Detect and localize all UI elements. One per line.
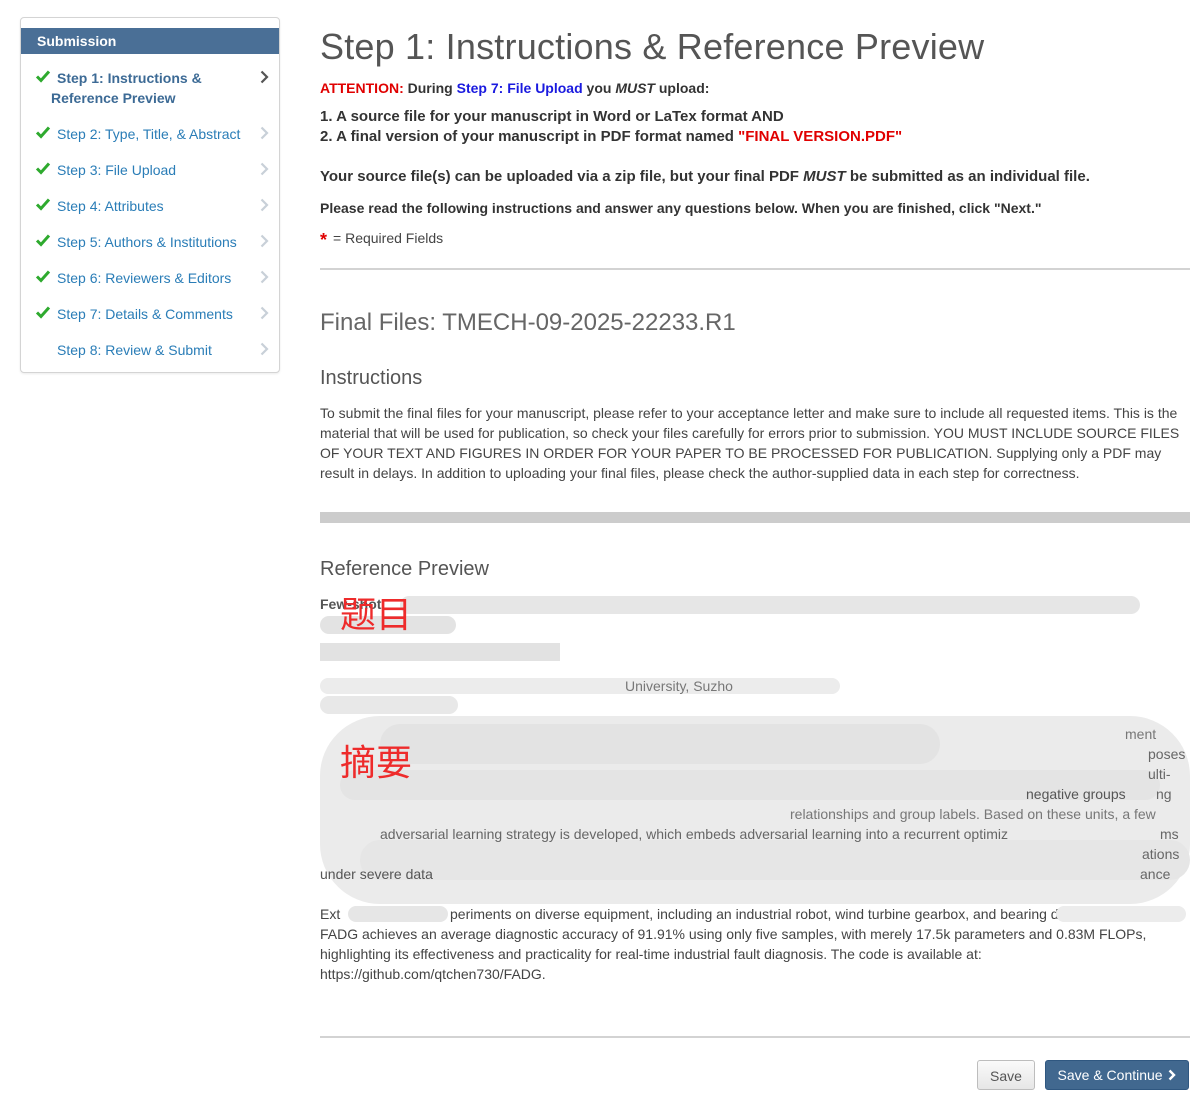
chevron-right-icon — [260, 270, 269, 284]
ref-text-fragment: negative groups — [1026, 786, 1126, 802]
redaction-block — [1056, 906, 1186, 922]
sidebar-item-step-4[interactable]: Step 4: Attributes — [21, 196, 279, 216]
sidebar-item-label: Step 6: Reviewers & Editors — [57, 270, 232, 286]
redaction-block — [380, 724, 940, 764]
zip-note: Your source file(s) can be uploaded via … — [320, 168, 1090, 185]
required-text: = Required Fields — [333, 230, 444, 246]
chevron-right-icon — [260, 306, 269, 320]
redaction-block — [320, 678, 840, 694]
submission-sidebar: Submission Step 1: Instructions & Refere… — [20, 17, 280, 373]
redaction-block — [400, 596, 1140, 614]
check-icon — [35, 126, 51, 139]
save-continue-label: Save & Continue — [1057, 1067, 1163, 1083]
redaction-block — [320, 643, 560, 661]
sidebar-item-step-6[interactable]: Step 6: Reviewers & Editors — [21, 268, 279, 288]
sidebar-item-step-7[interactable]: Step 7: Details & Comments — [21, 304, 279, 324]
ref-text-fragment: ng — [1156, 786, 1172, 802]
redaction-block — [360, 840, 1190, 880]
chevron-right-icon — [260, 342, 269, 356]
annotation-abstract: 摘要 — [340, 743, 413, 784]
sidebar-item-label: Step 5: Authors & Institutions — [57, 234, 237, 250]
attention-label: ATTENTION: — [320, 80, 404, 96]
ref-text-fragment: Ext — [320, 906, 341, 922]
sidebar-header: Submission — [21, 28, 279, 54]
check-icon — [35, 162, 51, 175]
sidebar-item-label: Step 8: Review & Submit — [57, 342, 212, 358]
sidebar-item-label: Step 3: File Upload — [57, 162, 177, 178]
chevron-right-icon — [260, 162, 269, 176]
step-7-link[interactable]: Step 7: File Upload — [457, 80, 583, 96]
required-star: * — [320, 230, 328, 250]
zip-note-must: MUST — [803, 168, 846, 185]
ref-text-fragment: ations — [1142, 846, 1180, 862]
ref-text-fragment: ment — [1125, 726, 1157, 742]
attention-text: you — [586, 80, 612, 96]
sidebar-item-step-8[interactable]: Step 8: Review & Submit — [21, 340, 279, 360]
ref-abstract-line: https://github.com/qtchen730/FADG. — [320, 966, 546, 982]
check-icon — [35, 234, 51, 247]
check-icon — [35, 306, 51, 319]
sidebar-item-label: Step 2: Type, Title, & Abstract — [57, 126, 241, 142]
sidebar-item-label: Step 4: Attributes — [57, 198, 164, 214]
requirement-text: 2. A final version of your manuscript in… — [320, 128, 734, 145]
ref-text-fragment: ms — [1160, 826, 1179, 842]
redaction-block — [348, 906, 448, 922]
sidebar-item-step-1[interactable]: Step 1: Instructions & Reference Preview — [21, 68, 279, 110]
sidebar-item-step-3[interactable]: Step 3: File Upload — [21, 160, 279, 180]
ref-text-fragment: poses — [1148, 746, 1186, 762]
sidebar-item-step-5[interactable]: Step 5: Authors & Institutions — [21, 232, 279, 252]
final-version-name: "FINAL VERSION.PDF" — [738, 128, 903, 145]
zip-note-text: Your source file(s) can be uploaded via … — [320, 168, 799, 185]
save-button[interactable]: Save — [977, 1060, 1035, 1090]
save-continue-button[interactable]: Save & Continue — [1045, 1060, 1189, 1090]
attention-must: MUST — [615, 80, 655, 96]
ref-abstract-line: FADG achieves an average diagnostic accu… — [320, 926, 1147, 942]
divider — [320, 1036, 1190, 1038]
attention-text: upload: — [658, 80, 710, 96]
sidebar-item-label: Step 7: Details & Comments — [57, 306, 233, 322]
divider-thick — [320, 512, 1190, 523]
sidebar-item-step-2[interactable]: Step 2: Type, Title, & Abstract — [21, 124, 279, 144]
ref-text-fragment: under severe data — [320, 866, 433, 882]
chevron-right-icon — [260, 126, 269, 140]
ref-text-fragment: periments on diverse equipment, includin… — [450, 906, 1108, 922]
instructions-note: Please read the following instructions a… — [320, 200, 1042, 216]
instructions-heading: Instructions — [320, 367, 423, 389]
chevron-right-icon — [260, 70, 269, 84]
divider — [320, 268, 1190, 270]
redaction-block — [320, 696, 458, 714]
page-title: Step 1: Instructions & Reference Preview — [320, 26, 985, 67]
requirement-item-1: 1. A source file for your manuscript in … — [320, 108, 784, 125]
annotation-title: 题目 — [340, 595, 413, 636]
sidebar-item-label: Step 1: Instructions & Reference Preview — [51, 70, 202, 106]
requirement-item-2: 2. A final version of your manuscript in… — [320, 128, 902, 145]
ref-affiliation-fragment: University, Suzho — [625, 678, 733, 694]
chevron-right-icon — [260, 198, 269, 212]
chevron-right-icon — [260, 234, 269, 248]
ref-text-fragment: adversarial learning strategy is develop… — [380, 826, 1008, 842]
instructions-body: To submit the final files for your manus… — [320, 405, 1180, 481]
reference-preview-heading: Reference Preview — [320, 558, 489, 580]
attention-line: ATTENTION: During Step 7: File Upload yo… — [320, 80, 709, 96]
ref-text-fragment: ulti- — [1148, 766, 1171, 782]
zip-note-text: be submitted as an individual file. — [849, 168, 1090, 185]
final-files-title: Final Files: TMECH-09-2025-22233.R1 — [320, 309, 736, 336]
ref-abstract-line: highlighting its effectiveness and pract… — [320, 946, 982, 962]
chevron-right-icon — [1169, 1069, 1177, 1081]
check-icon — [35, 198, 51, 211]
required-fields-legend: * = Required Fields — [320, 230, 443, 251]
check-icon — [35, 270, 51, 283]
attention-text: During — [407, 80, 453, 96]
ref-text-fragment: ance — [1140, 866, 1171, 882]
ref-text-fragment: relationships and group labels. Based on… — [790, 806, 1156, 822]
check-icon — [35, 70, 51, 83]
